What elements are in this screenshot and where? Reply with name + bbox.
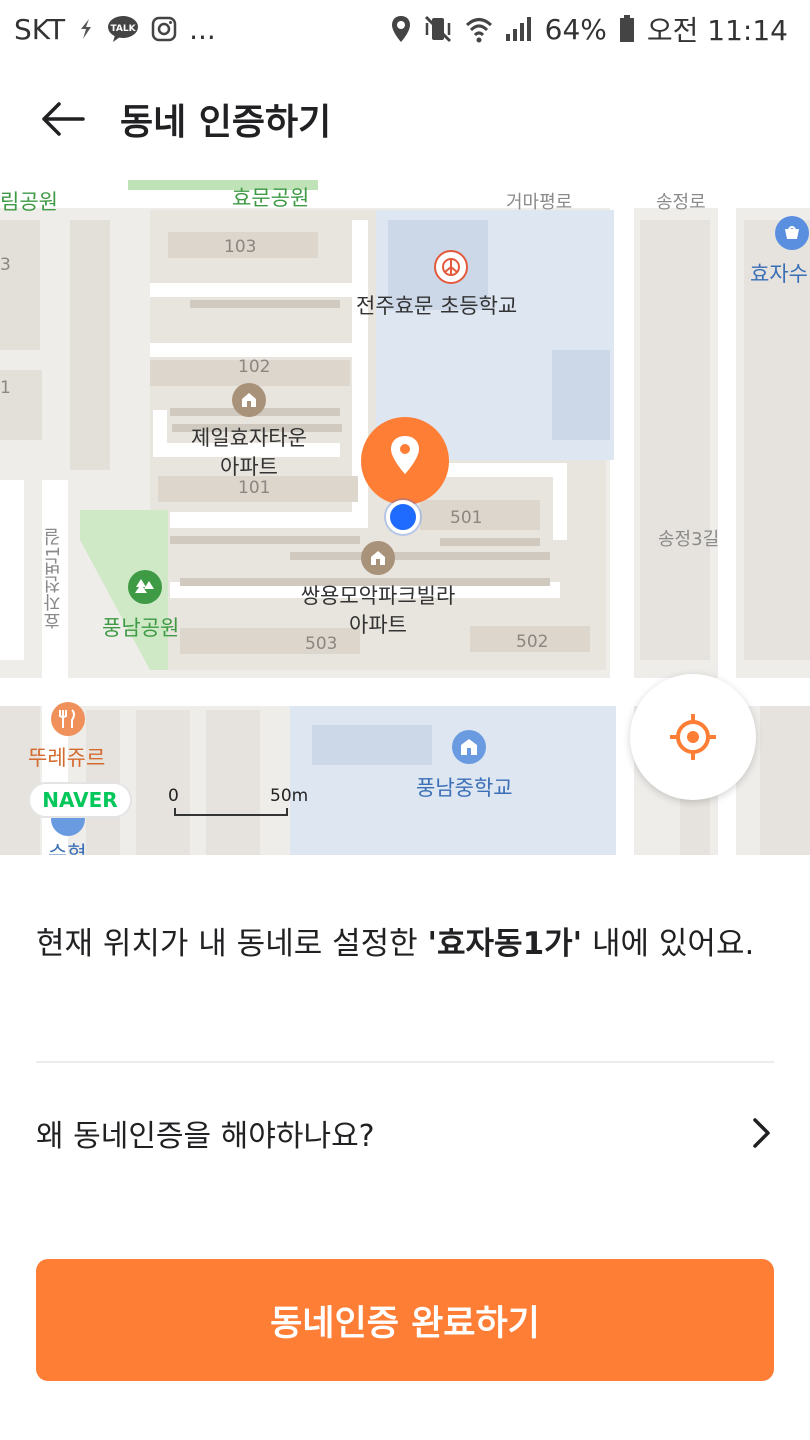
location-status-message: 현재 위치가 내 동네로 설정한 '효자동1가' 내에 있어요. bbox=[36, 920, 776, 968]
map-label-park-bottom: 풍남공원 bbox=[102, 616, 180, 640]
crosshair-icon bbox=[670, 714, 716, 760]
clock: 오전 11:14 bbox=[646, 14, 788, 47]
location-marker bbox=[360, 416, 450, 506]
map-label-road-right2: 송정3길 bbox=[658, 529, 720, 550]
status-bar-left: SKT TALK ... bbox=[14, 13, 216, 46]
status-bar: SKT TALK ... 64% 오전 11:14 bbox=[0, 0, 810, 58]
school-bottom-icon bbox=[452, 730, 486, 764]
apartment-icon-2 bbox=[361, 541, 395, 575]
kakaotalk-icon: TALK bbox=[107, 15, 139, 43]
current-location-dot bbox=[386, 500, 420, 534]
battery-percent: 64% bbox=[544, 12, 607, 46]
wifi-icon bbox=[465, 15, 493, 43]
map-label-left-num-a: 3 bbox=[0, 255, 11, 275]
neighborhood-name: '효자동1가' bbox=[427, 926, 583, 962]
map-label-502: 502 bbox=[516, 632, 549, 652]
back-button[interactable] bbox=[28, 84, 98, 154]
why-verify-label: 왜 동네인증을 해야하나요? bbox=[36, 1119, 375, 1154]
vibrate-mute-icon bbox=[423, 15, 453, 43]
map-label-right-poi: 효자수 bbox=[750, 262, 808, 286]
app-bar: 동네 인증하기 bbox=[0, 58, 810, 180]
my-location-button[interactable] bbox=[630, 674, 756, 800]
map-label-503: 503 bbox=[305, 634, 338, 654]
park-icon bbox=[128, 570, 162, 604]
map-label-501: 501 bbox=[450, 508, 483, 528]
map-label-bottom-cut: 수협 bbox=[48, 842, 87, 855]
map-label-road-top: 거마평로 bbox=[506, 192, 573, 213]
sync-icon bbox=[77, 18, 95, 40]
map-label-park-left: 림공원 bbox=[0, 190, 58, 214]
map-label-road-right: 송정로 bbox=[656, 192, 706, 213]
map-label-left-num-b: 1 bbox=[0, 378, 11, 398]
restaurant-icon bbox=[51, 702, 85, 736]
map-scale: 0 50m bbox=[168, 786, 318, 816]
map-label-103: 103 bbox=[224, 237, 257, 257]
location-icon bbox=[391, 15, 411, 43]
carrier-label: SKT bbox=[14, 12, 66, 46]
scale-start: 0 bbox=[168, 786, 179, 806]
map-label-school-top: 전주효문 초등학교 bbox=[356, 294, 518, 318]
scale-bar bbox=[174, 808, 288, 816]
store-icon bbox=[775, 216, 809, 250]
signal-icon bbox=[505, 16, 533, 42]
instagram-icon bbox=[151, 16, 177, 42]
pin-icon bbox=[361, 417, 449, 505]
message-prefix: 현재 위치가 내 동네로 설정한 bbox=[36, 926, 428, 962]
map-label-101: 101 bbox=[238, 478, 271, 498]
map-label-apt2: 쌍용모악파크빌라 아파트 bbox=[290, 582, 466, 640]
chevron-right-icon bbox=[753, 1118, 770, 1148]
map-label-apt1: 제일효자타운 아파트 bbox=[184, 424, 314, 482]
map-label-school-bottom: 풍남중학교 bbox=[416, 776, 513, 800]
complete-verification-button[interactable]: 동네인증 완료하기 bbox=[36, 1259, 774, 1381]
scale-end: 50m bbox=[270, 786, 309, 806]
arrow-left-icon bbox=[42, 102, 85, 136]
map-label-apt2-line1: 쌍용모악파크빌라 bbox=[300, 584, 456, 608]
map-label-park-top: 효문공원 bbox=[232, 186, 310, 210]
map-label-restaurant: 뚜레쥬르 bbox=[28, 746, 106, 770]
why-verify-link[interactable]: 왜 동네인증을 해야하나요? bbox=[36, 1096, 774, 1170]
message-suffix: 내에 있어요. bbox=[582, 926, 755, 962]
status-bar-right: 64% 오전 11:14 bbox=[391, 9, 788, 49]
svg-text:TALK: TALK bbox=[111, 24, 137, 34]
page-title: 동네 인증하기 bbox=[120, 102, 332, 143]
map-view[interactable]: 림공원 효문공원 거마평로 송정로 103 3 1 전주효문 초등학교 효자수 … bbox=[0, 180, 810, 855]
divider bbox=[36, 1061, 774, 1063]
school-icon bbox=[434, 250, 468, 284]
map-label-apt1-line1: 제일효자타운 bbox=[191, 426, 307, 450]
battery-icon bbox=[619, 15, 635, 43]
naver-logo: NAVER bbox=[28, 782, 132, 818]
more-notifications: ... bbox=[189, 12, 216, 46]
map-label-road-left-vertical: 효자천변1길 bbox=[43, 528, 64, 630]
apartment-icon bbox=[232, 383, 266, 417]
map-label-102: 102 bbox=[238, 357, 271, 377]
